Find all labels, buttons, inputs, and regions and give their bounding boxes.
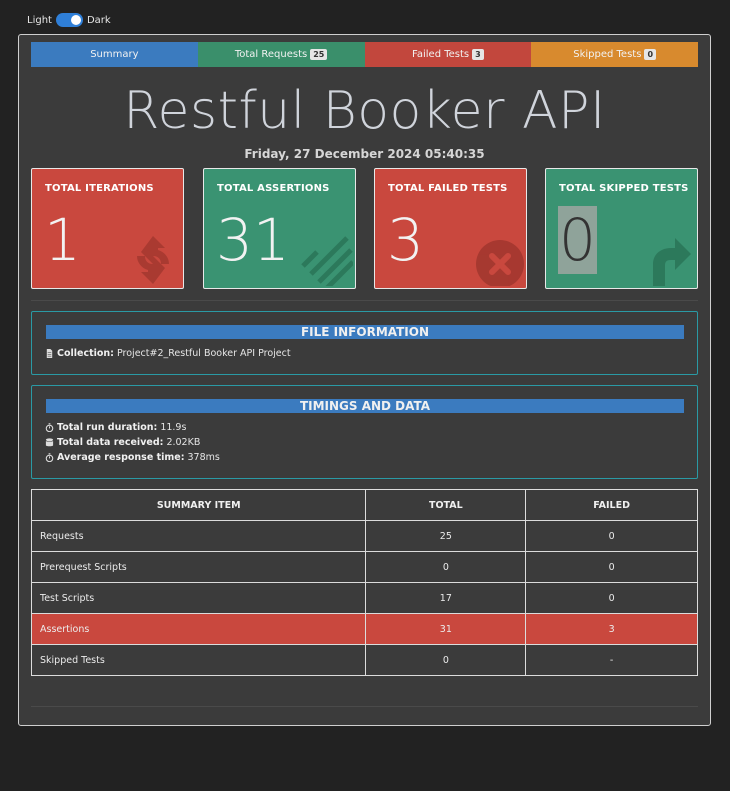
tab-skipped-tests-badge: 0 [644,49,657,60]
row-total: 0 [365,551,527,583]
refresh-icon [137,236,169,284]
row-failed: - [525,644,698,676]
list-icon [301,236,353,286]
column-header: SUMMARY ITEM [30,489,367,521]
report-panel: Summary Total Requests 25 Failed Tests 3… [18,34,711,726]
row-failed: 0 [525,582,698,614]
card-value: 0 [558,206,597,274]
data-received-line: Total data received: 2.02KB [45,437,200,448]
tab-total-requests-badge: 25 [310,49,328,60]
avg-response-value: 378ms [187,452,220,463]
card-value: 1 [44,206,81,274]
stat-cards: TOTAL ITERATIONS 1 TOTAL ASSERTIONS 31 T… [31,168,698,289]
data-received-label: Total data received: [57,437,164,448]
stopwatch-icon [45,423,54,432]
card-total-iterations: TOTAL ITERATIONS 1 [31,168,184,289]
collection-value: Project#2_Restful Booker API Project [116,348,291,359]
theme-light-label: Light [27,14,52,26]
stopwatch-icon [45,453,54,462]
row-item: Requests [30,520,367,552]
page-title: Restful Booker API [123,81,606,141]
card-total-skipped-tests: TOTAL SKIPPED TESTS 0 [545,168,698,289]
card-label: TOTAL ASSERTIONS [217,183,330,194]
table-row-failed: Assertions 31 3 [30,613,698,645]
table-row: Requests 25 0 [30,520,698,552]
tab-total-requests-label: Total Requests [234,49,308,60]
card-label: TOTAL FAILED TESTS [388,183,508,194]
card-label: TOTAL SKIPPED TESTS [559,183,689,194]
summary-table: SUMMARY ITEM TOTAL FAILED Requests 25 0 … [30,489,698,676]
report-date: Friday, 27 December 2024 05:40:35 [244,147,485,161]
avg-response-line: Average response time: 378ms [45,452,220,463]
theme-switch[interactable] [55,13,83,27]
table-row: Skipped Tests 0 - [30,644,698,676]
card-label: TOTAL ITERATIONS [45,183,154,194]
tab-summary-label: Summary [90,49,139,60]
row-total: 17 [365,582,527,614]
run-duration-line: Total run duration: 11.9s [45,422,186,433]
database-icon [45,438,54,447]
row-item: Skipped Tests [30,644,367,676]
row-item: Test Scripts [30,582,367,614]
file-information-box: FILE INFORMATION Collection: Project#2_R… [31,311,698,375]
switch-knob [70,15,81,25]
share-arrow-icon [653,238,691,286]
timings-and-data-box: TIMINGS AND DATA Total run duration: 11.… [31,385,698,479]
file-information-heading: FILE INFORMATION [46,325,684,339]
tab-total-requests[interactable]: Total Requests 25 [197,42,365,67]
row-total: 0 [365,644,527,676]
card-total-assertions: TOTAL ASSERTIONS 31 [203,168,356,289]
tab-failed-tests-badge: 3 [472,49,484,60]
theme-toggle: Light Dark [27,13,111,27]
run-duration-label: Total run duration: [57,422,158,433]
collection-line: Collection: Project#2_Restful Booker API… [45,348,291,359]
row-failed: 0 [525,551,698,583]
tab-summary[interactable]: Summary [31,42,198,67]
row-failed: 0 [525,520,698,552]
divider [31,706,698,707]
timings-heading: TIMINGS AND DATA [46,399,684,413]
column-header: TOTAL [365,489,527,521]
times-circle-icon [476,240,524,286]
tab-skipped-tests[interactable]: Skipped Tests 0 [531,42,698,67]
table-header-row: SUMMARY ITEM TOTAL FAILED [30,489,698,521]
card-value: 31 [216,206,290,274]
column-header: FAILED [525,489,698,521]
tab-failed-tests[interactable]: Failed Tests 3 [364,42,532,67]
collection-label: Collection: [57,348,114,359]
row-item: Prerequest Scripts [30,551,367,583]
divider [31,300,698,301]
file-icon [46,349,53,358]
tab-bar: Summary Total Requests 25 Failed Tests 3… [31,42,698,67]
card-total-failed-tests: TOTAL FAILED TESTS 3 [374,168,527,289]
run-duration-value: 11.9s [160,422,187,433]
table-row: Test Scripts 17 0 [30,582,698,614]
card-value: 3 [387,206,424,274]
row-total: 31 [365,613,527,645]
tab-skipped-tests-label: Skipped Tests [573,49,642,60]
row-total: 25 [365,520,527,552]
table-row: Prerequest Scripts 0 0 [30,551,698,583]
tab-failed-tests-label: Failed Tests [412,49,470,60]
avg-response-label: Average response time: [57,452,185,463]
theme-dark-label: Dark [86,14,111,26]
row-item: Assertions [30,613,367,645]
row-failed: 3 [525,613,698,645]
data-received-value: 2.02KB [166,437,201,448]
